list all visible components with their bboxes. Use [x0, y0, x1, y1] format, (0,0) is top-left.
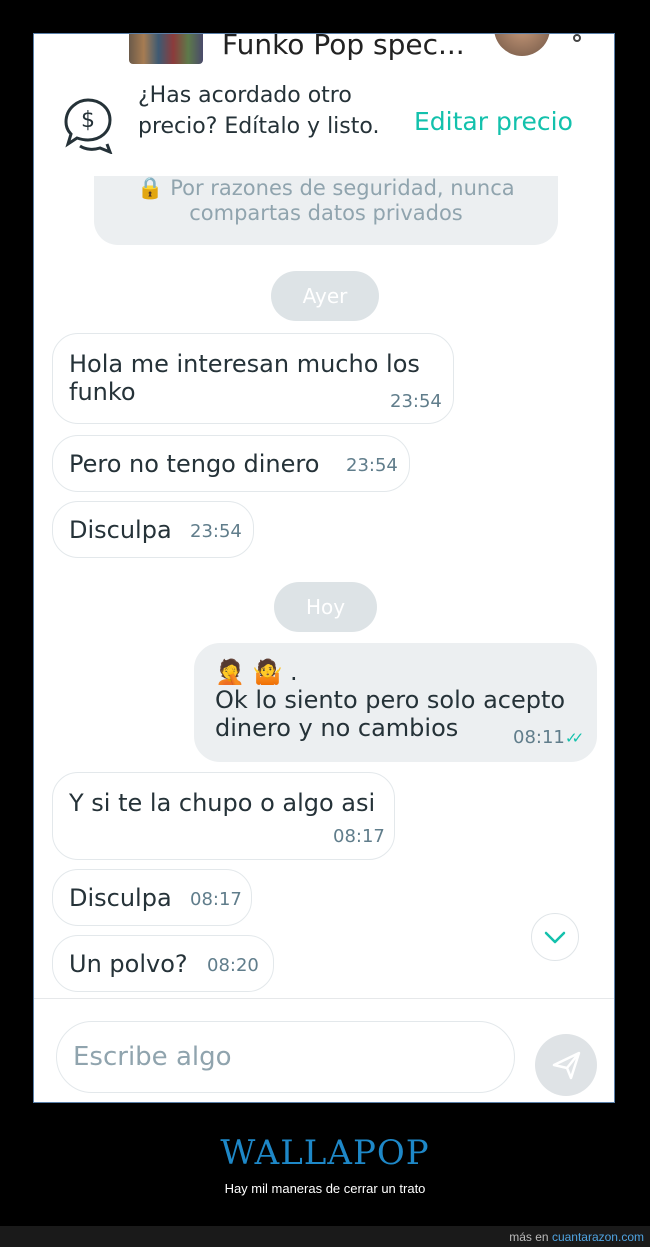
message-bubble: Hola me interesan mucho los funko 23:54: [52, 333, 454, 424]
edit-price-button[interactable]: Editar precio: [414, 107, 573, 136]
send-icon: [552, 1051, 581, 1080]
message-bubble: Disculpa 08:17: [52, 869, 252, 926]
message-list[interactable]: 🔒 Por razones de seguridad, nunca compar…: [34, 176, 614, 998]
message-text: Disculpa: [69, 884, 172, 912]
message-bubble: Y si te la chupo o algo asi 08:17: [52, 772, 395, 860]
date-separator-today: Hoy: [274, 582, 377, 632]
message-time: 08:20: [207, 955, 259, 976]
message-time: 08:11: [513, 727, 565, 748]
message-time: 23:54: [346, 455, 398, 476]
message-time: 23:54: [190, 521, 242, 542]
source-link[interactable]: cuantarazon.com: [552, 1230, 644, 1244]
message-time: 08:17: [190, 889, 242, 910]
message-bubble: Disculpa 23:54: [52, 501, 254, 558]
brand-title: WALLAPOP: [220, 1133, 430, 1173]
security-notice-text: Por razones de seguridad, nunca comparta…: [170, 176, 515, 225]
more-options-icon[interactable]: [573, 34, 581, 42]
product-title[interactable]: Funko Pop spec...: [222, 34, 465, 61]
message-text: Disculpa: [69, 516, 172, 544]
price-chat-icon: $: [64, 98, 113, 154]
send-button[interactable]: [535, 1034, 597, 1096]
price-banner-text: ¿Has acordado otro precio? Edítalo y lis…: [138, 83, 380, 139]
svg-text:$: $: [81, 108, 95, 133]
read-receipt-icon: ✓✓: [565, 729, 584, 747]
source-credit: más en cuantarazon.com: [509, 1230, 644, 1244]
chat-header: Funko Pop spec...: [34, 34, 614, 73]
security-notice: 🔒 Por razones de seguridad, nunca compar…: [94, 176, 558, 245]
lock-icon: 🔒: [137, 176, 164, 200]
message-text: Hola me interesan mucho los funko: [69, 350, 420, 406]
message-bubble: Un polvo? 08:20: [52, 935, 274, 992]
message-text: Y si te la chupo o algo asi: [69, 789, 376, 817]
price-banner: $ ¿Has acordado otro precio? Edítalo y l…: [34, 72, 614, 177]
caption-text: Hay mil maneras de cerrar un trato: [224, 1181, 426, 1196]
message-text: Pero no tengo dinero: [69, 450, 320, 478]
chevron-down-icon: [544, 931, 566, 944]
message-time: 23:54: [390, 391, 442, 412]
user-avatar[interactable]: [494, 34, 550, 56]
message-time: 08:17: [333, 826, 385, 847]
own-message-bubble: 🤦 🤷 . Ok lo siento pero solo acepto dine…: [194, 643, 597, 762]
source-prefix: más en: [509, 1230, 549, 1244]
chat-screen: Funko Pop spec... $ ¿Has acordado otro p…: [33, 33, 615, 1103]
message-composer: Escribe algo: [34, 998, 614, 1102]
message-text: Un polvo?: [69, 950, 188, 978]
message-bubble: Pero no tengo dinero 23:54: [52, 435, 410, 492]
message-input[interactable]: Escribe algo: [56, 1021, 515, 1093]
product-thumbnail[interactable]: [129, 34, 203, 64]
scroll-down-button[interactable]: [531, 913, 579, 961]
date-separator-yesterday: Ayer: [271, 271, 379, 321]
